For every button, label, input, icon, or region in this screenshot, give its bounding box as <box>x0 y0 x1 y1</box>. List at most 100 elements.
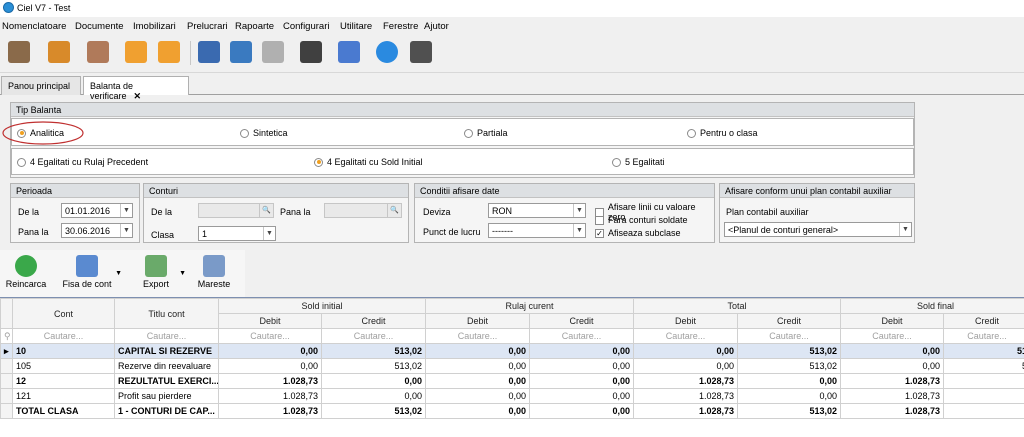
window-icon[interactable] <box>230 41 252 63</box>
chevron-down-icon[interactable]: ▼ <box>179 270 186 277</box>
cell-value[interactable]: 0,00 <box>633 358 738 374</box>
cell-titlu[interactable]: Profit sau pierdere <box>114 388 219 404</box>
menu-ajutor[interactable]: Ajutor <box>424 21 449 32</box>
radio-sintetica[interactable]: Sintetica <box>240 128 288 138</box>
column-header-debit[interactable]: Debit <box>218 313 322 329</box>
mareste-button[interactable]: Mareste <box>190 250 238 297</box>
pos-icon[interactable] <box>300 41 322 63</box>
cell-titlu[interactable]: REZULTATUL EXERCI... <box>114 373 219 389</box>
import-icon[interactable] <box>125 41 147 63</box>
radio-4-egalitati-rulaj[interactable]: 4 Egalitati cu Rulaj Precedent <box>17 157 148 167</box>
chevron-down-icon[interactable]: ▼ <box>120 224 132 237</box>
cell-value[interactable]: 0,00 <box>321 388 426 404</box>
reincarca-button[interactable]: Reincarca <box>3 250 49 297</box>
menu-prelucrari[interactable]: Prelucrari <box>187 21 228 32</box>
filter-cell[interactable]: Cautare... <box>840 328 945 344</box>
search-icon[interactable] <box>376 41 398 63</box>
cell-cont[interactable]: 121 <box>12 388 115 404</box>
filter-cell[interactable]: Cautare... <box>218 328 322 344</box>
cell-value[interactable]: 0,00 <box>529 403 634 419</box>
cell-value[interactable]: 0,00 <box>840 358 945 374</box>
clasa-select[interactable]: 1 ▼ <box>198 226 276 241</box>
cell-value[interactable]: 513,02 <box>321 343 426 359</box>
cell-value[interactable]: 0,00 <box>736 373 842 389</box>
cell-value[interactable]: 0,00 <box>840 343 945 359</box>
filter-cell[interactable]: Cautare... <box>736 328 842 344</box>
column-header-cont[interactable]: Cont <box>12 298 115 329</box>
cell-value[interactable]: 0,00 <box>425 358 530 374</box>
cell-value[interactable]: 0,00 <box>425 343 530 359</box>
cell-cont[interactable]: 10 <box>12 343 115 359</box>
radio-pentru-o-clasa[interactable]: Pentru o clasa <box>687 128 758 138</box>
cell-value[interactable] <box>943 388 1024 404</box>
handshake-icon[interactable] <box>8 41 30 63</box>
cont-pana-la-field[interactable]: 🔍 <box>324 203 402 218</box>
export-button[interactable]: Export ▼ <box>126 250 186 297</box>
cell-value[interactable]: 0,00 <box>529 373 634 389</box>
cell-value[interactable]: 513,02 <box>736 358 842 374</box>
cont-de-la-field[interactable]: 🔍 <box>198 203 274 218</box>
de-la-date-field[interactable]: 01.01.2016 ▼ <box>61 203 133 218</box>
cell-value[interactable]: 1.028,73 <box>633 373 738 389</box>
cell-value[interactable]: 1.028,73 <box>218 388 322 404</box>
cell-value[interactable]: 1.028,73 <box>840 373 945 389</box>
cell-value[interactable]: 0,00 <box>529 343 634 359</box>
users-icon[interactable] <box>87 41 109 63</box>
radio-4-egalitati-sold[interactable]: 4 Egalitati cu Sold Initial <box>314 157 423 167</box>
filter-cell[interactable]: Cautare... <box>425 328 530 344</box>
menu-imobilizari[interactable]: Imobilizari <box>133 21 176 32</box>
filter-cell[interactable]: Cautare... <box>943 328 1024 344</box>
calculator-icon[interactable] <box>410 41 432 63</box>
menu-utilitare[interactable]: Utilitare <box>340 21 372 32</box>
cell-value[interactable] <box>943 373 1024 389</box>
menu-configurari[interactable]: Configurari <box>283 21 329 32</box>
menu-rapoarte[interactable]: Rapoarte <box>235 21 274 32</box>
cell-value[interactable]: 0,00 <box>425 388 530 404</box>
cell-value[interactable]: 1.028,73 <box>633 388 738 404</box>
cell-value[interactable]: 0,00 <box>529 388 634 404</box>
column-header-credit[interactable]: Credit <box>943 313 1024 329</box>
search-icon[interactable]: 🔍 <box>259 204 273 217</box>
column-header-debit[interactable]: Debit <box>425 313 530 329</box>
cell-value[interactable]: 0,00 <box>425 373 530 389</box>
radio-partiala[interactable]: Partiala <box>464 128 508 138</box>
cell-value[interactable]: 513,02 <box>321 403 426 419</box>
checkbox-fara-soldate[interactable]: Fara conturi soldate <box>595 215 688 225</box>
chevron-down-icon[interactable]: ▼ <box>115 270 122 277</box>
cell-titlu[interactable]: Rezerve din reevaluare <box>114 358 219 374</box>
chevron-down-icon[interactable]: ▼ <box>573 224 585 237</box>
filter-cell[interactable]: Cautare... <box>529 328 634 344</box>
cell-value[interactable]: 1.028,73 <box>840 388 945 404</box>
column-header-credit[interactable]: Credit <box>736 313 842 329</box>
cell-value[interactable]: 0,00 <box>321 373 426 389</box>
cell-value[interactable]: 5 <box>943 358 1024 374</box>
column-header-credit[interactable]: Credit <box>321 313 426 329</box>
monitor-icon[interactable] <box>338 41 360 63</box>
column-header-debit[interactable]: Debit <box>840 313 945 329</box>
cell-titlu[interactable]: CAPITAL SI REZERVE <box>114 343 219 359</box>
cell-value[interactable]: 51 <box>943 343 1024 359</box>
cell-value[interactable]: 1.028,73 <box>218 403 322 419</box>
deviza-select[interactable]: RON ▼ <box>488 203 586 218</box>
close-icon[interactable]: ✕ <box>134 91 142 101</box>
punct-de-lucru-select[interactable]: ------- ▼ <box>488 223 586 238</box>
table-row[interactable]: ▸ 10 CAPITAL SI REZERVE 0,00 513,02 0,00 0,00 0… <box>0 343 1024 359</box>
table-row[interactable]: TOTAL CLASA 1 - CONTURI DE CAP... 1.028,73… <box>0 403 1024 419</box>
cell-value[interactable]: 0,00 <box>218 343 322 359</box>
column-header-debit[interactable]: Debit <box>633 313 738 329</box>
cell-value[interactable] <box>943 403 1024 419</box>
chevron-down-icon[interactable]: ▼ <box>899 223 911 236</box>
table-row[interactable]: 12 REZULTATUL EXERCI... 1.028,73 0,00 0,00 0,… <box>0 373 1024 389</box>
pana-la-date-field[interactable]: 30.06.2016 ▼ <box>61 223 133 238</box>
clipboard-icon[interactable] <box>48 41 70 63</box>
list-icon[interactable] <box>158 41 180 63</box>
plan-contabil-select[interactable]: <Planul de conturi general> ▼ <box>724 222 912 237</box>
column-header-credit[interactable]: Credit <box>529 313 634 329</box>
menu-documente[interactable]: Documente <box>75 21 124 32</box>
cell-value[interactable]: 0,00 <box>218 358 322 374</box>
filter-cell[interactable]: Cautare... <box>633 328 738 344</box>
radio-5-egalitati[interactable]: 5 Egalitati <box>612 157 665 167</box>
cell-value[interactable]: 0,00 <box>425 403 530 419</box>
menu-ferestre[interactable]: Ferestre <box>383 21 418 32</box>
cell-value[interactable]: 513,02 <box>736 343 842 359</box>
